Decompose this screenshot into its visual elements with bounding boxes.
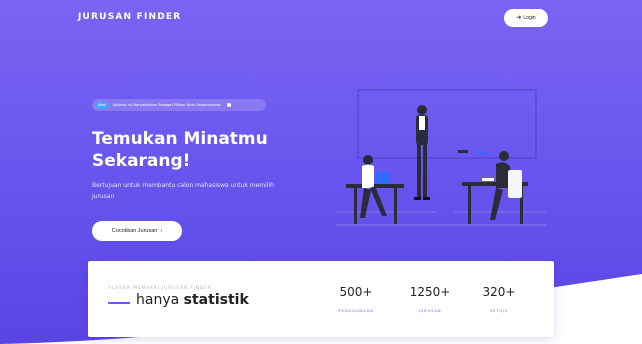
stats-card: ALASAN MEMAKAI JURUSAN FINDER hanya stat… (88, 261, 554, 337)
stat-item: 320+ SETUJU (469, 285, 529, 313)
brand-logo[interactable]: JURUSAN FINDER (78, 12, 181, 22)
title-line-1: Temukan Minatmu (92, 129, 268, 149)
cta-label: Cocokkan Jurusan (111, 228, 158, 234)
login-label: Login (523, 15, 536, 21)
stats-eyebrow: ALASAN MEMAKAI JURUSAN FINDER (108, 286, 212, 291)
page-title: Temukan Minatmu Sekarang! (92, 128, 292, 172)
chevron-right-icon: › (160, 228, 163, 234)
stat-item: 500+ PENGGUNAAN (326, 285, 386, 313)
stat-value: 500+ (339, 285, 373, 299)
stats-heading-prefix: hanya (136, 292, 180, 308)
presenter-figure (414, 105, 430, 200)
badge-tag: New (95, 101, 109, 109)
stats-heading: hanya statistik (136, 292, 249, 308)
announcement-badge[interactable]: New Aplikasi Ini Menyediakan Sebagai Pil… (92, 99, 266, 111)
stat-item: 1250+ JURUSAN (400, 285, 460, 313)
title-line-2: Sekarang! (92, 151, 191, 171)
hero-illustration (336, 89, 546, 226)
stat-label: PENGGUNAAN (338, 308, 374, 313)
match-major-button[interactable]: Cocokkan Jurusan › (92, 221, 182, 241)
right-student-desk (462, 151, 528, 224)
badge-dot-icon (226, 103, 231, 107)
whiteboard (357, 89, 537, 159)
stat-value: 1250+ (409, 285, 451, 299)
login-icon: ➜ (516, 15, 522, 21)
hero-description: Bertujuan untuk membantu calon mahasiswa… (92, 182, 274, 200)
stat-label: SETUJU (489, 308, 509, 313)
stat-value: 320+ (482, 285, 516, 299)
accent-line (108, 302, 130, 304)
badge-text: Aplikasi Ini Menyediakan Sebagai Pilihan… (112, 103, 221, 107)
stat-label: JURUSAN (418, 308, 442, 313)
login-button[interactable]: ➜ Login (504, 9, 548, 27)
left-student-desk (346, 155, 404, 224)
stats-heading-bold: statistik (183, 292, 249, 308)
